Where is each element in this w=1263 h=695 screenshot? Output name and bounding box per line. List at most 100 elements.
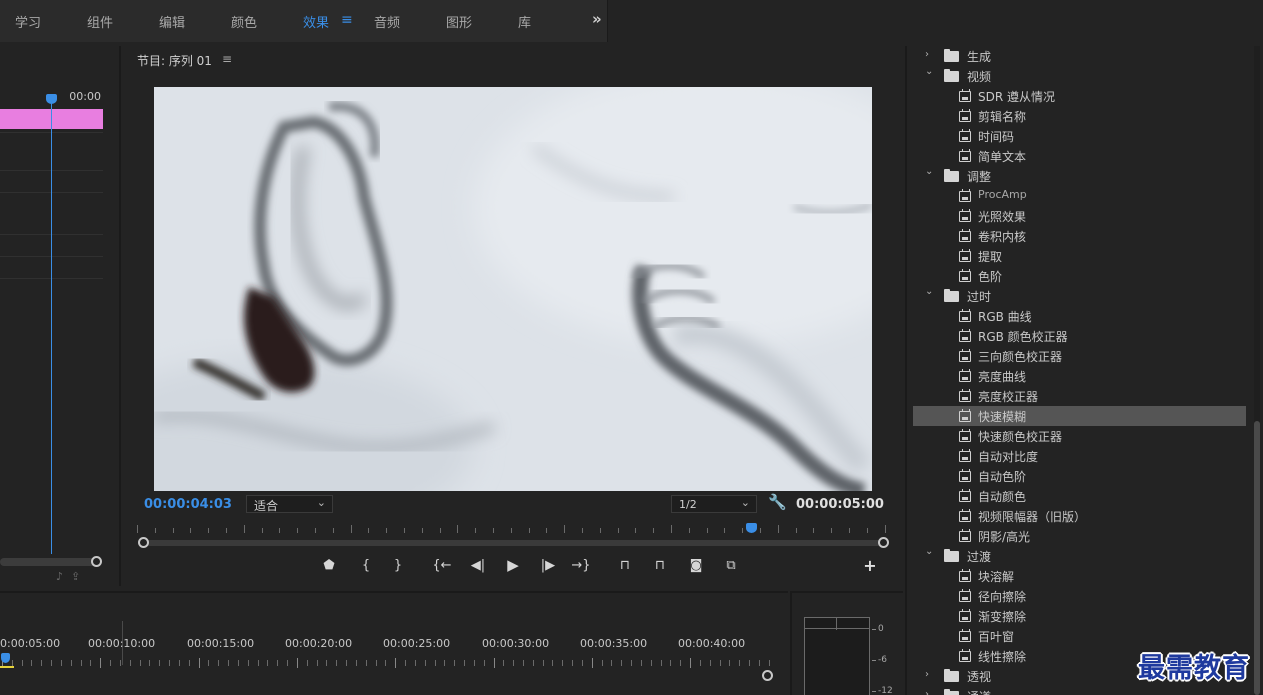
timeline-time-label: 00:00:30:00 xyxy=(482,637,550,650)
effect-item[interactable]: 简单文本 xyxy=(913,146,1246,166)
hamburger-icon[interactable]: ≡ xyxy=(341,12,353,28)
playhead-handle[interactable] xyxy=(1,653,10,663)
program-monitor-title[interactable]: 节目: 序列 01 xyxy=(137,52,212,69)
workspace-tab-editing[interactable]: 编辑 xyxy=(159,12,185,31)
mark-out-button[interactable]: } xyxy=(387,558,409,573)
zoom-scroll-bar[interactable] xyxy=(143,540,883,546)
step-back-button[interactable]: ◀| xyxy=(467,558,489,573)
effects-folder[interactable]: ⌄ 视频 xyxy=(913,66,1246,86)
music-note-icon[interactable]: ♪ xyxy=(56,570,71,583)
chevron-down-icon[interactable]: ⌄ xyxy=(925,546,935,557)
ruler-tick xyxy=(365,660,367,666)
lift-button[interactable]: ⊓ xyxy=(614,558,636,573)
chevron-right-icon[interactable]: › xyxy=(925,689,935,695)
workspace-tab-learn[interactable]: 学习 xyxy=(15,12,41,31)
fit-select[interactable]: 适合 ⌄ xyxy=(246,495,333,513)
resolution-select[interactable]: 1/2 ⌄ xyxy=(671,495,757,513)
effect-item[interactable]: 块溶解 xyxy=(913,566,1246,586)
effect-item[interactable]: 自动对比度 xyxy=(913,446,1246,466)
zoom-end-handle[interactable] xyxy=(878,537,889,548)
add-button[interactable]: + xyxy=(859,556,881,575)
export-frame-button[interactable]: ◙ xyxy=(685,558,707,573)
workspace-tab-effects[interactable]: 效果 xyxy=(303,12,329,31)
workspace-tab-graphics[interactable]: 图形 xyxy=(446,12,472,31)
workspace-tab-assembly[interactable]: 组件 xyxy=(87,12,113,31)
ruler-tick xyxy=(119,660,121,666)
wrench-icon[interactable]: 🔧 xyxy=(768,493,787,511)
ruler-tick xyxy=(228,660,230,666)
meter-scale-label: -12 xyxy=(878,686,893,695)
effect-item[interactable]: SDR 遵从情况 xyxy=(913,86,1246,106)
effect-item[interactable]: 自动颜色 xyxy=(913,486,1246,506)
add-marker-button[interactable]: ⬟ xyxy=(318,558,340,573)
ruler-tick xyxy=(261,528,263,533)
extract-button[interactable]: ⊓ xyxy=(649,558,671,573)
compare-view-button[interactable]: ⧉ xyxy=(720,558,742,573)
time-ruler[interactable] xyxy=(137,524,886,534)
playhead-handle[interactable] xyxy=(46,94,57,104)
mark-in-button[interactable]: { xyxy=(355,558,377,573)
chevron-down-icon[interactable]: ⌄ xyxy=(925,286,935,297)
effect-item[interactable]: 自动色阶 xyxy=(913,466,1246,486)
ruler-tick xyxy=(332,528,334,533)
ruler-tick xyxy=(631,660,633,666)
hamburger-icon[interactable]: ≡ xyxy=(222,52,232,66)
horizontal-scrollbar[interactable] xyxy=(0,558,100,566)
effects-folder-label: 通道 xyxy=(967,688,991,695)
effect-item[interactable]: 亮度曲线 xyxy=(913,366,1246,386)
effect-item[interactable]: 亮度校正器 xyxy=(913,386,1246,406)
effect-item[interactable]: 剪辑名称 xyxy=(913,106,1246,126)
effects-folder[interactable]: › 生成 xyxy=(913,46,1246,66)
play-button[interactable]: ▶ xyxy=(502,556,524,574)
ruler-tick xyxy=(434,660,436,666)
zoom-start-handle[interactable] xyxy=(138,537,149,548)
vertical-scrollbar[interactable] xyxy=(1254,46,1260,695)
effect-item[interactable]: RGB 颜色校正器 xyxy=(913,326,1246,346)
playhead-handle[interactable] xyxy=(746,523,757,533)
effect-item[interactable]: 渐变擦除 xyxy=(913,606,1246,626)
go-to-in-button[interactable]: {← xyxy=(431,558,453,573)
ruler-tick xyxy=(532,660,534,666)
scrollbar-thumb[interactable] xyxy=(1254,421,1260,695)
effect-item[interactable]: 三向颜色校正器 xyxy=(913,346,1246,366)
audio-meter: 0 -6 -12 xyxy=(790,591,903,695)
effect-item[interactable]: 提取 xyxy=(913,246,1246,266)
go-to-out-button[interactable]: →} xyxy=(570,558,592,573)
ruler-tick xyxy=(190,528,192,533)
effect-item[interactable]: 阴影/高光 xyxy=(913,526,1246,546)
ruler-tick xyxy=(315,528,316,533)
effect-item[interactable]: 快速模糊 xyxy=(913,406,1246,426)
effect-item[interactable]: 卷积内核 xyxy=(913,226,1246,246)
effect-item[interactable]: ProcAmp xyxy=(913,186,1246,206)
workspace-tab-audio[interactable]: 音频 xyxy=(374,12,400,31)
effect-item[interactable]: 视频限幅器（旧版） xyxy=(913,506,1246,526)
work-area-bar[interactable] xyxy=(0,666,14,668)
meter-scale-tick xyxy=(872,660,876,661)
effects-folder[interactable]: ⌄ 过时 xyxy=(913,286,1246,306)
ruler-tick xyxy=(297,528,299,533)
chevron-right-icon[interactable]: › xyxy=(925,669,935,680)
effect-item[interactable]: 时间码 xyxy=(913,126,1246,146)
effects-folder[interactable]: › 通道 xyxy=(913,686,1246,695)
effect-item[interactable]: 光照效果 xyxy=(913,206,1246,226)
export-icon[interactable]: ⇪ xyxy=(71,570,88,583)
effect-item[interactable]: 快速颜色校正器 xyxy=(913,426,1246,446)
scroll-zoom-handle[interactable] xyxy=(91,556,102,567)
chevron-right-icon[interactable]: › xyxy=(925,49,935,60)
chevron-down-icon[interactable]: ⌄ xyxy=(925,166,935,177)
current-timecode[interactable]: 00:00:04:03 xyxy=(144,497,232,512)
meter-scale-label: -6 xyxy=(878,655,887,665)
chevron-down-icon[interactable]: ⌄ xyxy=(925,66,935,77)
workspace-tab-libraries[interactable]: 库 xyxy=(518,12,531,31)
effects-folder[interactable]: ⌄ 调整 xyxy=(913,166,1246,186)
effect-item[interactable]: 色阶 xyxy=(913,266,1246,286)
effects-folder[interactable]: ⌄ 过渡 xyxy=(913,546,1246,566)
effect-item[interactable]: 百叶窗 xyxy=(913,626,1246,646)
workspace-tab-color[interactable]: 颜色 xyxy=(231,12,257,31)
step-forward-button[interactable]: |▶ xyxy=(537,558,559,573)
double-chevron-right-icon[interactable]: » xyxy=(592,10,602,28)
timeline-ruler[interactable] xyxy=(0,658,770,668)
zoom-end-handle[interactable] xyxy=(762,670,773,681)
effect-item[interactable]: RGB 曲线 xyxy=(913,306,1246,326)
effect-item[interactable]: 径向擦除 xyxy=(913,586,1246,606)
